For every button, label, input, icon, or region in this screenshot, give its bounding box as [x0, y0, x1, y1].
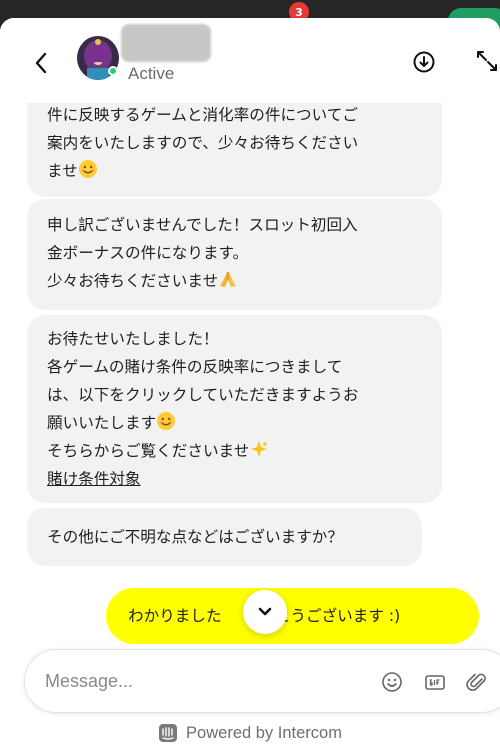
message-line: は、以下をクリックしていただきますようお	[47, 386, 359, 404]
agent-name-redacted	[121, 24, 211, 62]
smiley-icon	[382, 672, 402, 692]
message-input[interactable]	[45, 666, 345, 696]
intercom-logo-icon	[159, 724, 178, 742]
agent-message: お待たせいたしました！ 各ゲームの賭け条件の反映率につきまして は、以下をクリッ…	[27, 315, 442, 503]
message-line: 案内をいたしますので、少々お待ちください	[47, 134, 359, 152]
download-button[interactable]	[410, 48, 438, 76]
smiling-face-emoji-icon	[78, 160, 97, 178]
folded-hands-emoji-icon	[220, 271, 237, 287]
agent-message: 申し訳ございませんでした！スロット初回入 金ボーナスの件になります。 少々お待ち…	[27, 199, 442, 310]
agent-status: Active	[128, 64, 175, 83]
message-text: わかりました	[128, 607, 222, 625]
user-message: わかりました りがとうございます :)	[106, 588, 479, 644]
download-circle-icon	[413, 51, 435, 73]
chevron-left-icon	[35, 52, 47, 74]
emoji-picker-button[interactable]	[380, 670, 404, 694]
smiling-face-emoji-icon	[157, 412, 176, 430]
powered-by-text: Powered by Intercom	[186, 723, 342, 742]
powered-by-footer[interactable]: Powered by Intercom	[0, 721, 500, 745]
message-line: その他にご不明な点などはございますか？	[47, 528, 343, 546]
gif-button[interactable]	[423, 670, 447, 694]
online-status-dot	[108, 66, 118, 76]
message-line: お待たせいたしました！	[47, 330, 219, 348]
message-line: そちらからご覧くださいませ	[47, 442, 250, 460]
message-composer	[24, 649, 500, 713]
agent-avatar	[77, 36, 119, 80]
wagering-terms-link[interactable]: 賭け条件対象	[47, 470, 141, 488]
message-line: 申し訳ございませんでした！スロット初回入	[47, 216, 358, 234]
sparkles-emoji-icon	[251, 441, 269, 457]
message-list[interactable]: 件に反映するゲームと消化率の件についてご 案内をいたしますので、少々お待ちくださ…	[0, 103, 500, 648]
message-line: 件に反映するゲームと消化率の件についてご	[47, 106, 358, 124]
expand-arrows-icon	[477, 51, 497, 71]
gif-icon	[425, 675, 445, 690]
chat-panel: Active 件に反映するゲームと消化率の件についてご 案内をいたしますので、少…	[0, 18, 500, 745]
message-line: 願いいたします	[47, 414, 157, 432]
message-line: ませ	[47, 162, 78, 180]
message-line: 少々お待ちくださいませ	[47, 272, 219, 290]
back-button[interactable]	[26, 48, 56, 78]
scroll-to-bottom-button[interactable]	[243, 590, 287, 634]
message-line: 各ゲームの賭け条件の反映率につきまして	[47, 358, 343, 376]
chevron-down-icon	[258, 607, 272, 616]
message-line: 金ボーナスの件になります。	[47, 244, 249, 262]
chat-header: Active	[0, 18, 500, 103]
expand-button[interactable]	[474, 48, 500, 74]
paperclip-icon	[466, 673, 486, 691]
agent-message: その他にご不明な点などはございますか？	[27, 508, 422, 566]
attach-file-button[interactable]	[465, 670, 489, 694]
agent-message: 件に反映するゲームと消化率の件についてご 案内をいたしますので、少々お待ちくださ…	[27, 103, 442, 197]
